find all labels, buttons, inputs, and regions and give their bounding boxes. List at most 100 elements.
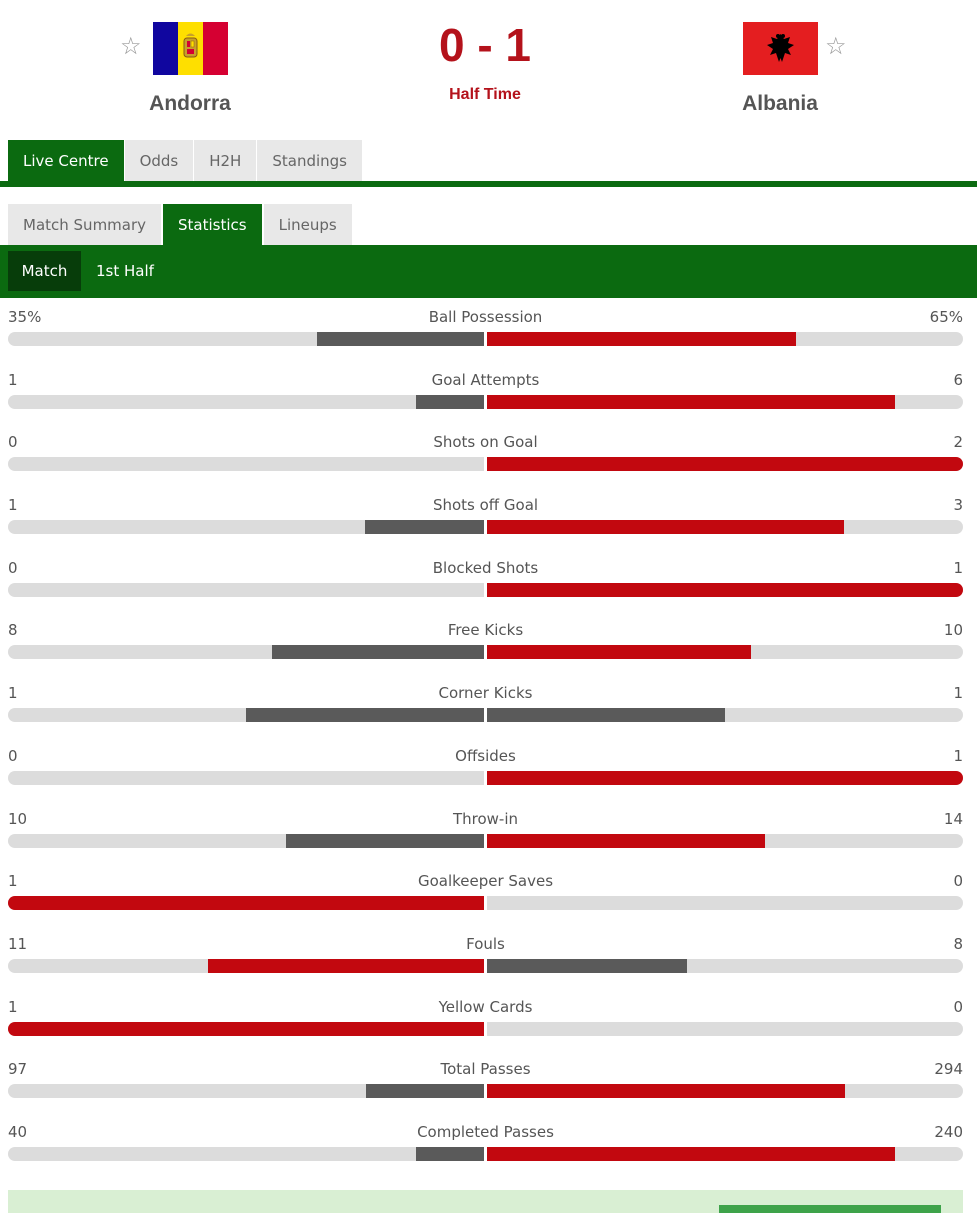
stat-label: Shots off Goal	[432, 496, 539, 515]
away-stat-bar	[487, 394, 963, 409]
tab-divider	[0, 181, 977, 187]
stat-row: 0 Offsides 1	[8, 737, 963, 800]
away-stat-bar	[487, 1084, 963, 1099]
tab-live-centre[interactable]: Live Centre	[8, 140, 124, 181]
away-stat-bar-fill	[487, 770, 963, 785]
stat-away-value: 65%	[929, 308, 963, 326]
stat-away-value: 0	[953, 997, 963, 1016]
away-stat-bar	[487, 958, 963, 973]
tab-h2h[interactable]: H2H	[194, 140, 257, 181]
stat-away-value: 2	[953, 433, 963, 452]
bottom-action-button[interactable]	[719, 1205, 941, 1213]
stat-row: 10 Throw-in 14	[8, 800, 963, 863]
stat-label: Total Passes	[440, 1060, 531, 1079]
stat-away-value: 8	[953, 934, 963, 953]
stat-row: 40 Completed Passes 240	[8, 1113, 963, 1176]
stat-label: Goal Attempts	[431, 370, 540, 389]
tab-match-summary[interactable]: Match Summary	[8, 204, 162, 245]
match-header: ☆ Andorra 0 - 1 Half Time ☆ Albania	[0, 0, 980, 140]
home-stat-bar	[8, 1021, 484, 1036]
stat-label: Blocked Shots	[432, 558, 539, 577]
stat-away-value: 240	[934, 1122, 963, 1141]
stat-row: 0 Shots on Goal 2	[8, 423, 963, 486]
match-status: Half Time	[449, 86, 521, 103]
stat-away-value: 1	[953, 746, 963, 765]
away-stat-bar-fill	[487, 394, 895, 409]
stat-label: Free Kicks	[447, 621, 524, 640]
home-stat-bar	[8, 833, 484, 848]
statistics-list: 35% Ball Possession 65% 1 Goal Attempts 6 0 Sho…	[8, 298, 963, 1176]
albania-flag-icon	[743, 22, 818, 75]
away-stat-bar	[487, 833, 963, 848]
stat-label: Throw-in	[452, 809, 519, 828]
stat-label: Completed Passes	[417, 1122, 554, 1141]
tab-standings[interactable]: Standings	[257, 140, 362, 181]
away-stat-bar	[487, 1021, 963, 1036]
stat-row: 8 Free Kicks 10	[8, 611, 963, 674]
home-stat-bar	[8, 708, 484, 723]
away-stat-bar	[487, 582, 963, 597]
away-stat-bar-fill	[487, 582, 963, 597]
home-stat-bar-fill	[366, 1084, 484, 1099]
away-team-name[interactable]: Albania	[680, 92, 880, 116]
away-stat-bar-fill	[487, 1146, 895, 1161]
home-stat-bar-fill	[365, 520, 484, 535]
tab-lineups[interactable]: Lineups	[263, 204, 352, 245]
stat-label: Shots on Goal	[433, 433, 538, 452]
stat-row: 1 Corner Kicks 1	[8, 674, 963, 737]
match-score: 0 - 1	[438, 19, 532, 71]
stat-away-value: 10	[943, 621, 963, 640]
stat-row: 11 Fouls 8	[8, 925, 963, 988]
home-stat-bar	[8, 457, 484, 472]
stat-label: Yellow Cards	[438, 997, 533, 1016]
stat-row: 1 Yellow Cards 0	[8, 988, 963, 1051]
period-match-button[interactable]: Match	[8, 251, 81, 291]
stat-row: 35% Ball Possession 65%	[8, 298, 963, 361]
home-stat-bar-fill	[8, 896, 484, 911]
stat-away-value: 6	[953, 370, 963, 389]
tab-statistics[interactable]: Statistics	[163, 204, 262, 245]
stat-away-value: 294	[934, 1060, 963, 1079]
stat-label: Goalkeeper Saves	[417, 872, 554, 891]
score-box: 0 - 1 Half Time	[385, 18, 585, 104]
bottom-panel	[8, 1190, 963, 1213]
away-stat-bar-fill	[487, 958, 687, 973]
home-stat-bar-fill	[208, 958, 484, 973]
home-stat-bar-fill	[272, 645, 484, 660]
away-stat-bar	[487, 896, 963, 911]
away-stat-bar-fill	[487, 645, 751, 660]
stat-label: Offsides	[455, 746, 516, 765]
home-stat-bar-fill	[8, 1021, 484, 1036]
home-stat-bar	[8, 958, 484, 973]
favorite-star-icon[interactable]: ☆	[825, 32, 847, 60]
stat-row: 1 Goal Attempts 6	[8, 361, 963, 424]
stat-row: 0 Blocked Shots 1	[8, 549, 963, 612]
away-stat-bar-fill	[487, 708, 725, 723]
away-stat-bar-fill	[487, 1084, 845, 1099]
home-stat-bar-fill	[286, 833, 484, 848]
home-stat-bar	[8, 1146, 484, 1161]
stat-label: Fouls	[466, 934, 505, 953]
period-1st-half-button[interactable]: 1st Half	[96, 251, 154, 291]
stat-row: 97 Total Passes 294	[8, 1050, 963, 1113]
favorite-star-icon[interactable]: ☆	[120, 32, 142, 60]
away-stat-bar	[487, 457, 963, 472]
period-selector: Match 1st Half	[0, 245, 977, 298]
away-stat-bar	[487, 520, 963, 535]
tab-odds[interactable]: Odds	[124, 140, 194, 181]
away-stat-bar	[487, 770, 963, 785]
home-team-name[interactable]: Andorra	[90, 92, 290, 116]
home-stat-bar	[8, 332, 484, 346]
away-stat-bar	[487, 708, 963, 723]
stat-label: Corner Kicks	[438, 684, 533, 703]
away-stat-bar-fill	[487, 520, 844, 535]
home-stat-bar	[8, 645, 484, 660]
away-stat-bar-fill	[487, 833, 765, 848]
stat-row: 1 Shots off Goal 3	[8, 486, 963, 549]
stat-away-value: 3	[953, 496, 963, 515]
away-stat-bar	[487, 645, 963, 660]
home-stat-bar	[8, 394, 484, 409]
stat-away-value: 1	[953, 684, 963, 703]
home-stat-bar-fill	[246, 708, 484, 723]
home-stat-bar-fill	[416, 394, 484, 409]
